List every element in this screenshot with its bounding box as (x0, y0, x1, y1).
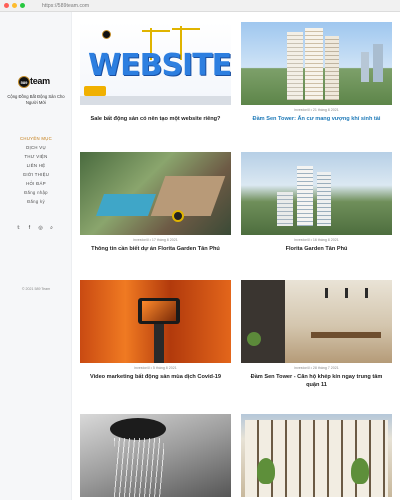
post-thumbnail[interactable] (241, 22, 392, 105)
menu-item-dich-vu[interactable]: DỊCH VỤ (0, 143, 72, 152)
logo-word: team (30, 76, 50, 86)
post-title[interactable]: Florita Garden Tân Phú (241, 245, 392, 253)
post-grid: WEBSITE Sale bất động sản có nên tạo một… (72, 12, 400, 500)
address-bar[interactable]: https://589team.com (42, 3, 89, 9)
post-thumbnail[interactable] (241, 152, 392, 235)
close-window-button[interactable] (4, 3, 9, 8)
browser-toolbar: https://589team.com (0, 0, 400, 12)
post-meta: investor4l • 21 tháng 8 2021 (294, 108, 339, 112)
thumbnail-title: WEBSITE (88, 48, 231, 83)
logo-badge: 589 (18, 76, 30, 88)
sidebar-menu: CHUYÊN MỤC DỊCH VỤ THƯ VIỆN LIÊN HỆ GIỚI… (0, 134, 72, 206)
minimize-window-button[interactable] (12, 3, 17, 8)
post-meta: investor4l • 16 tháng 8 2021 (294, 238, 339, 242)
post-card[interactable]: investor4l • 21 tháng 8 2021 Đầm Sen Tow… (241, 22, 392, 123)
post-meta (80, 108, 231, 113)
post-title[interactable]: Đầm Sen Tower - Căn hộ khép kín ngay tru… (241, 373, 392, 389)
maximize-window-button[interactable] (20, 3, 25, 8)
logo-image (102, 30, 111, 39)
sidebar: 589 team Cộng Đồng Bất Động Sản Cho Ngườ… (0, 12, 72, 500)
instagram-icon[interactable]: ◎ (38, 225, 43, 231)
twitter-icon[interactable]: 𝕥 (16, 225, 21, 231)
menu-item-hoi-dap[interactable]: HỎI ĐÁP (0, 179, 72, 188)
post-thumbnail[interactable]: WEBSITE (80, 22, 231, 105)
menu-item-login[interactable]: Đăng nhập (0, 188, 72, 197)
post-title[interactable]: Đầm Sen Tower: Ấn cư mang vượng khí sinh… (241, 115, 392, 123)
social-links: 𝕥 f ◎ ⌕ (16, 225, 54, 231)
menu-item-register[interactable]: Đăng ký (0, 197, 72, 206)
post-thumbnail[interactable] (241, 280, 392, 363)
menu-item-gioi-thieu[interactable]: GIỚI THIỆU (0, 170, 72, 179)
menu-item-thu-vien[interactable]: THƯ VIỆN (0, 152, 72, 161)
copyright: © 2021 589 Team (21, 287, 51, 291)
post-thumbnail[interactable] (80, 280, 231, 363)
menu-item-lien-he[interactable]: LIÊN HỆ (0, 161, 72, 170)
post-card[interactable] (80, 414, 231, 497)
post-meta: investor4l • 28 tháng 7 2021 (294, 366, 339, 370)
post-card[interactable]: investor4l • 17 tháng 8 2021 Thông tin c… (80, 152, 231, 253)
post-card[interactable]: investor4l • 5 tháng 8 2021 Video market… (80, 280, 231, 381)
post-title[interactable]: Sale bất động sản có nên tạo một website… (80, 115, 231, 123)
post-card[interactable]: investor4l • 28 tháng 7 2021 Đầm Sen Tow… (241, 280, 392, 389)
post-meta: investor4l • 5 tháng 8 2021 (134, 366, 177, 370)
post-title[interactable]: Video marketing bất động sản mùa dịch Co… (80, 373, 231, 381)
post-thumbnail[interactable] (80, 152, 231, 235)
menu-item-chuyen-muc[interactable]: CHUYÊN MỤC (0, 134, 72, 143)
post-card[interactable]: investor4l • 16 tháng 8 2021 Florita Gar… (241, 152, 392, 253)
post-thumbnail[interactable] (241, 414, 392, 497)
post-meta: investor4l • 17 tháng 8 2021 (133, 238, 178, 242)
post-card[interactable]: WEBSITE Sale bất động sản có nên tạo một… (80, 22, 231, 123)
facebook-icon[interactable]: f (27, 225, 32, 231)
post-title[interactable]: Thông tin cần biết dự án Florita Garden … (80, 245, 231, 253)
post-thumbnail[interactable] (80, 414, 231, 497)
site-tagline: Cộng Đồng Bất Động Sản Cho Người Mới (7, 94, 65, 105)
search-icon[interactable]: ⌕ (49, 225, 54, 231)
post-card[interactable] (241, 414, 392, 497)
